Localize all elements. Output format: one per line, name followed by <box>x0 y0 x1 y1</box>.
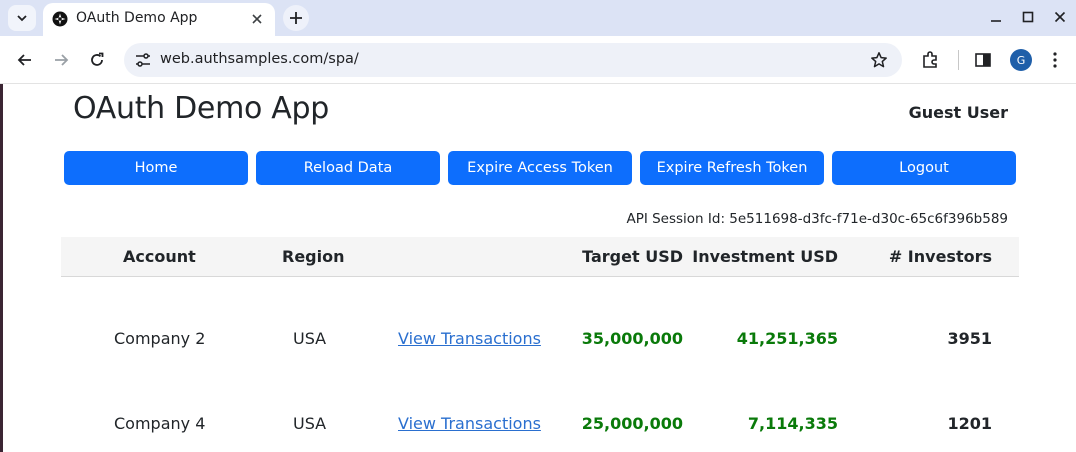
cell-region: USA <box>293 414 327 433</box>
user-name: Guest User <box>908 103 1008 122</box>
home-button[interactable]: Home <box>64 151 248 185</box>
maximize-icon[interactable] <box>1020 9 1036 25</box>
expire-access-token-button[interactable]: Expire Access Token <box>448 151 632 185</box>
address-bar[interactable]: web.authsamples.com/spa/ <box>124 43 902 77</box>
menu-icon[interactable] <box>1045 50 1065 70</box>
extensions-icon[interactable] <box>920 50 940 70</box>
app-favicon <box>52 11 68 27</box>
tab-search-button[interactable] <box>8 5 36 31</box>
view-transactions-link[interactable]: View Transactions <box>398 414 541 433</box>
expire-refresh-token-button[interactable]: Expire Refresh Token <box>640 151 824 185</box>
back-icon[interactable] <box>15 50 35 70</box>
header-region: Region <box>282 247 345 266</box>
cell-target: 25,000,000 <box>581 414 683 433</box>
url-text[interactable]: web.authsamples.com/spa/ <box>160 51 359 67</box>
minimize-icon[interactable] <box>988 9 1004 25</box>
reload-data-button[interactable]: Reload Data <box>256 151 440 185</box>
new-tab-button[interactable] <box>283 5 309 31</box>
header-investment: Investment USD <box>692 247 838 266</box>
header-investors: # Investors <box>888 247 992 266</box>
cell-investment: 41,251,365 <box>736 329 838 348</box>
side-panel-icon[interactable] <box>973 50 993 70</box>
forward-icon[interactable] <box>51 50 71 70</box>
reload-icon[interactable] <box>87 50 107 70</box>
toolbar-divider <box>958 50 959 70</box>
page-title: OAuth Demo App <box>73 91 330 126</box>
close-tab-icon[interactable] <box>249 11 265 27</box>
profile-avatar[interactable]: G <box>1010 49 1032 71</box>
cell-investors: 3951 <box>947 329 992 348</box>
site-info-icon[interactable] <box>134 52 152 68</box>
tab-search-icon <box>17 15 27 22</box>
logout-button[interactable]: Logout <box>832 151 1016 185</box>
page-content: OAuth Demo App Guest User Home Reload Da… <box>0 85 1076 452</box>
bookmark-star-icon[interactable] <box>870 51 888 69</box>
cell-account: Company 2 <box>114 329 206 348</box>
table-header: Account Region Target USD Investment USD… <box>61 237 1019 277</box>
header-target: Target USD <box>582 247 683 266</box>
active-tab[interactable]: OAuth Demo App <box>43 3 275 36</box>
view-transactions-link[interactable]: View Transactions <box>398 329 541 348</box>
close-window-icon[interactable] <box>1052 9 1068 25</box>
cell-region: USA <box>293 329 327 348</box>
cell-target: 35,000,000 <box>581 329 683 348</box>
header-account: Account <box>123 247 196 266</box>
browser-window: OAuth Demo App web.authsamples.com/spa/ … <box>0 0 1076 452</box>
session-id: API Session Id: 5e511698-d3fc-f71e-d30c-… <box>626 211 1008 227</box>
browser-toolbar: web.authsamples.com/spa/ G <box>0 36 1076 84</box>
tab-title: OAuth Demo App <box>76 10 198 26</box>
cell-account: Company 4 <box>114 414 206 433</box>
cell-investors: 1201 <box>947 414 992 433</box>
tab-strip: OAuth Demo App <box>0 0 1076 36</box>
cell-investment: 7,114,335 <box>747 414 838 433</box>
new-tab-icon <box>290 12 302 24</box>
